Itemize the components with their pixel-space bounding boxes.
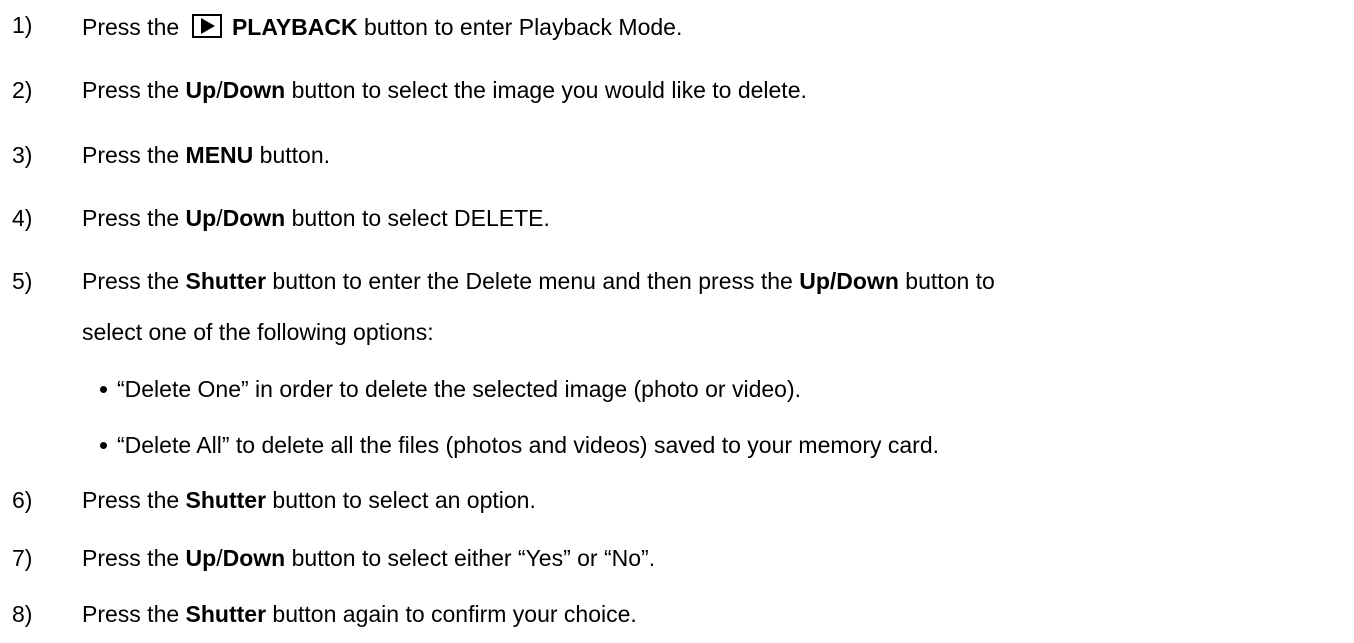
step-text: Press the Up/Down button to select the i… bbox=[82, 79, 807, 102]
step-number: 7) bbox=[12, 545, 33, 571]
text-run: button to select DELETE. bbox=[285, 205, 550, 231]
step-text: Press the Up/Down button to select DELET… bbox=[82, 207, 550, 230]
step-text: Press the Shutter button to select an op… bbox=[82, 489, 536, 512]
text-run: button to bbox=[898, 268, 995, 294]
text-run: button to enter Playback Mode. bbox=[357, 14, 683, 40]
text-run: Press the bbox=[82, 268, 186, 294]
playback-icon bbox=[191, 14, 222, 38]
step-number: 1) bbox=[12, 12, 33, 38]
step-number: 2) bbox=[12, 77, 33, 103]
text-run: button to select the image you would lik… bbox=[285, 77, 807, 103]
text-run: Press the bbox=[82, 77, 186, 103]
text-run: button to select either “Yes” or “No”. bbox=[285, 545, 656, 571]
button-name-up: Up bbox=[185, 77, 217, 103]
text-run: Press the bbox=[82, 487, 186, 513]
text-run: Press the bbox=[82, 142, 186, 168]
step-number: 5) bbox=[12, 268, 33, 294]
button-name-shutter: Shutter bbox=[185, 487, 267, 513]
step-text: Press the Shutter button again to confir… bbox=[82, 603, 637, 626]
step-text: Press the Up/Down button to select eithe… bbox=[82, 547, 655, 570]
text-run: button again to confirm your choice. bbox=[266, 601, 637, 627]
text-run: button to select an option. bbox=[266, 487, 536, 513]
text-run: button. bbox=[253, 142, 331, 168]
button-name-shutter: Shutter bbox=[185, 268, 267, 294]
step-number: 8) bbox=[12, 601, 33, 627]
button-name-up-down: Up/Down bbox=[799, 268, 899, 294]
button-name-menu: MENU bbox=[185, 142, 254, 168]
bullet-icon bbox=[100, 386, 107, 393]
step-number: 6) bbox=[12, 487, 33, 513]
text-run: Press the bbox=[82, 545, 186, 571]
bullet-icon bbox=[100, 442, 107, 449]
step-number: 3) bbox=[12, 142, 33, 168]
button-name-playback: PLAYBACK bbox=[231, 14, 358, 40]
step-text: select one of the following options: bbox=[82, 319, 434, 345]
button-name-shutter: Shutter bbox=[185, 601, 267, 627]
button-name-down: Down bbox=[222, 545, 286, 571]
button-name-down: Down bbox=[222, 77, 286, 103]
button-name-down: Down bbox=[222, 205, 286, 231]
step-number: 4) bbox=[12, 205, 33, 231]
step-text: Press the PLAYBACK button to enter Playb… bbox=[82, 14, 682, 39]
bullet-text: “Delete All” to delete all the files (ph… bbox=[117, 432, 940, 458]
button-name-up: Up bbox=[185, 205, 217, 231]
step-text: Press the MENU button. bbox=[82, 144, 330, 167]
button-name-up: Up bbox=[185, 545, 217, 571]
bullet-text: “Delete One” in order to delete the sele… bbox=[117, 376, 801, 402]
text-run: Press the bbox=[82, 205, 186, 231]
text-run: button to enter the Delete menu and then… bbox=[266, 268, 800, 294]
text-run: Press the bbox=[82, 601, 186, 627]
text-run: Press the bbox=[82, 14, 186, 40]
step-text: Press the Shutter button to enter the De… bbox=[82, 270, 995, 293]
